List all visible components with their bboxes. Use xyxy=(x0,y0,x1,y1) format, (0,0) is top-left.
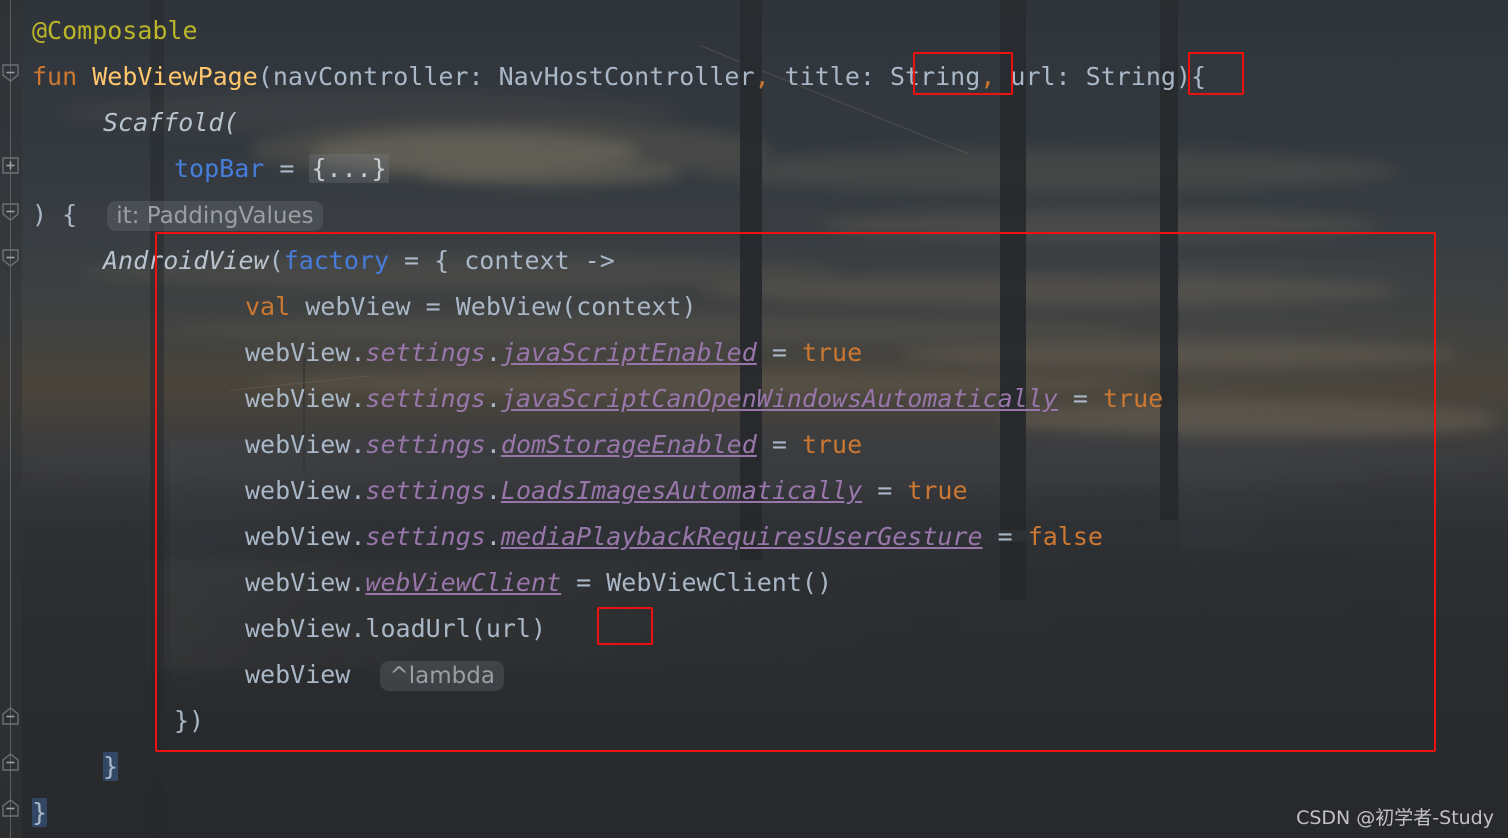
code-token: . xyxy=(485,522,501,551)
code-line[interactable]: val webView = WebView(context) xyxy=(245,284,697,330)
code-editor[interactable]: @Composable fun WebViewPage(navController… xyxy=(0,0,1508,838)
code-line[interactable]: }) xyxy=(174,698,204,744)
code-token: true xyxy=(907,476,968,505)
code-line[interactable]: webView.settings.LoadsImagesAutomaticall… xyxy=(245,468,968,514)
code-token: webView. xyxy=(245,476,366,505)
code-line[interactable]: topBar = {...} xyxy=(174,146,389,192)
code-token: webView. xyxy=(245,430,366,459)
code-token: settings xyxy=(365,384,486,413)
fold-collapse-scaffold[interactable] xyxy=(1,202,20,221)
fold-minus-icon xyxy=(2,249,19,267)
code-token: . xyxy=(485,384,501,413)
fold-collapse-fun[interactable] xyxy=(1,63,20,82)
code-token: @Composable xyxy=(32,16,198,45)
code-token: false xyxy=(1027,522,1103,551)
code-token: ) { xyxy=(32,200,108,229)
code-token: mediaPlaybackRequiresUserGesture xyxy=(500,522,983,551)
code-line[interactable]: webView ^lambda xyxy=(245,652,504,699)
code-token: settings xyxy=(365,338,486,367)
code-token: webView. xyxy=(245,522,366,551)
code-token: factory xyxy=(283,246,389,275)
inlay-hint: it: PaddingValues xyxy=(107,201,323,231)
fold-end-fun[interactable] xyxy=(1,799,20,818)
code-token: true xyxy=(801,430,863,459)
code-token: settings xyxy=(365,476,486,505)
code-line[interactable]: webView.settings.javaScriptCanOpenWindow… xyxy=(245,376,1163,422)
code-token: , xyxy=(980,62,996,91)
code-token: javaScriptCanOpenWindowsAutomatically xyxy=(500,384,1058,413)
inlay-hint: ^lambda xyxy=(380,661,504,691)
code-line[interactable]: fun WebViewPage(navController: NavHostCo… xyxy=(32,54,1206,100)
code-token: fun xyxy=(32,62,93,91)
fold-minus-icon xyxy=(2,753,19,771)
code-line[interactable]: } xyxy=(32,790,48,836)
code-token: Scaffold( xyxy=(103,108,239,137)
code-token: . xyxy=(485,430,501,459)
code-token: = xyxy=(756,430,802,459)
fold-collapse-android[interactable] xyxy=(1,248,20,267)
folded-region-chip: {...} xyxy=(309,154,389,183)
code-token: title: String xyxy=(769,62,981,91)
code-token: webView. xyxy=(245,384,366,413)
fold-minus-icon xyxy=(2,64,19,82)
code-line[interactable]: webView.settings.domStorageEnabled = tru… xyxy=(245,422,862,468)
code-token: WebViewPage xyxy=(92,62,258,91)
code-line[interactable]: webView.settings.mediaPlaybackRequiresUs… xyxy=(245,514,1103,560)
code-token: javaScriptEnabled xyxy=(500,338,757,367)
fold-minus-icon xyxy=(2,799,19,817)
code-token: = xyxy=(982,522,1028,551)
code-line[interactable]: AndroidView(factory = { context -> xyxy=(103,238,615,284)
code-token: domStorageEnabled xyxy=(500,430,757,459)
code-token: } xyxy=(32,798,48,827)
code-token: . xyxy=(485,476,501,505)
code-token: webView. xyxy=(245,338,366,367)
fold-plus-icon xyxy=(2,157,19,174)
code-line[interactable]: } xyxy=(103,744,119,790)
code-line[interactable]: webView.webViewClient = WebViewClient() xyxy=(245,560,832,606)
code-token: { context -> xyxy=(434,246,615,275)
code-token: , xyxy=(754,62,770,91)
code-line[interactable]: webView.settings.javaScriptEnabled = tru… xyxy=(245,330,862,376)
code-token: = xyxy=(862,476,908,505)
fold-expand-topbar[interactable] xyxy=(1,156,20,175)
watermark: CSDN @初学者-Study xyxy=(1296,807,1494,829)
code-token: (navController: NavHostController xyxy=(257,62,755,91)
code-token: settings xyxy=(365,430,486,459)
code-token: webViewClient xyxy=(365,568,562,597)
code-token: topBar xyxy=(174,154,265,183)
code-token: true xyxy=(1102,384,1164,413)
code-token: AndroidView xyxy=(103,246,269,275)
code-token: webView = WebView(context) xyxy=(305,292,697,321)
code-token: LoadsImagesAutomatically xyxy=(500,476,863,505)
code-line[interactable]: ) { it: PaddingValues xyxy=(32,192,323,239)
code-token: webView. xyxy=(245,568,366,597)
code-token: = xyxy=(389,246,435,275)
code-line[interactable]: webView.loadUrl(url) xyxy=(245,606,546,652)
code-token: }) xyxy=(174,706,205,735)
code-token: webView xyxy=(245,660,381,689)
code-token: = WebViewClient() xyxy=(561,568,833,597)
code-token: } xyxy=(103,752,119,781)
code-token: . xyxy=(485,338,501,367)
code-token: true xyxy=(801,338,863,367)
code-token: = xyxy=(756,338,802,367)
code-token: url: String){ xyxy=(995,62,1207,91)
code-token: settings xyxy=(365,522,486,551)
fold-minus-icon xyxy=(2,707,19,725)
code-line[interactable]: Scaffold( xyxy=(103,100,238,146)
code-token: val xyxy=(245,292,306,321)
code-token: = xyxy=(1057,384,1103,413)
code-token: = xyxy=(264,154,310,183)
code-line[interactable]: @Composable xyxy=(32,8,198,54)
fold-end-android[interactable] xyxy=(1,707,20,726)
fold-minus-icon xyxy=(2,203,19,221)
fold-end-scaffold[interactable] xyxy=(1,753,20,772)
code-token: ( xyxy=(268,246,284,275)
code-token: webView.loadUrl(url) xyxy=(245,614,547,643)
